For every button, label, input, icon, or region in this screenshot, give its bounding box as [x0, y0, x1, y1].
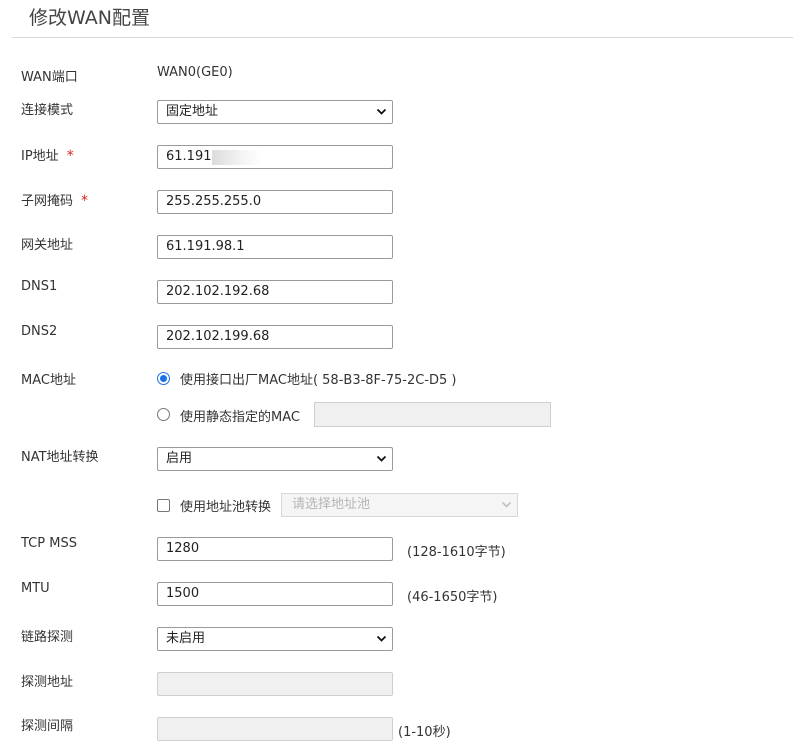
chevron-down-icon: [376, 108, 387, 115]
dns1-label: DNS1: [21, 279, 58, 294]
chevron-down-icon: [501, 501, 512, 508]
title-divider: [12, 37, 793, 38]
dns1-input-value: 202.102.192.68: [166, 284, 270, 299]
gateway-label: 网关地址: [21, 238, 74, 253]
nat-select-value: 启用: [166, 451, 193, 466]
tcp-mss-input-value: 1280: [166, 541, 200, 556]
detect-addr-label: 探测地址: [21, 675, 74, 690]
tcp-mss-hint: (128-1610字节): [407, 545, 506, 560]
nat-select[interactable]: 启用: [157, 447, 393, 471]
mac-static-input[interactable]: [314, 402, 551, 427]
mask-input[interactable]: 255.255.255.0: [157, 190, 393, 214]
mask-label: 子网掩码 *: [21, 190, 88, 209]
mac-static-label[interactable]: 使用静态指定的MAC: [180, 406, 300, 425]
detect-interval-label: 探测间隔: [21, 719, 74, 734]
ip-label-text: IP地址: [21, 149, 59, 164]
required-mark: *: [66, 148, 74, 164]
ip-input[interactable]: 61.191.9: [157, 145, 393, 169]
link-detect-label: 链路探测: [21, 630, 74, 645]
pool-checkbox[interactable]: [157, 499, 170, 512]
mtu-label: MTU: [21, 581, 50, 596]
nat-label: NAT地址转换: [21, 450, 99, 465]
chevron-down-icon: [376, 455, 387, 462]
mask-input-value: 255.255.255.0: [166, 194, 262, 209]
mtu-input[interactable]: 1500: [157, 582, 393, 606]
ip-label: IP地址 *: [21, 145, 74, 164]
mac-factory-radio[interactable]: [157, 372, 170, 385]
link-detect-value: 未启用: [166, 631, 206, 646]
redaction-blur: [212, 150, 262, 165]
connect-mode-select[interactable]: 固定地址: [157, 100, 393, 124]
pool-checkbox-label[interactable]: 使用地址池转换: [180, 496, 271, 515]
detect-interval-input[interactable]: [157, 717, 393, 741]
tcp-mss-label: TCP MSS: [21, 536, 77, 551]
required-mark: *: [81, 193, 89, 209]
pool-select[interactable]: 请选择地址池: [281, 493, 518, 517]
dns2-input[interactable]: 202.102.199.68: [157, 325, 393, 349]
dns2-label: DNS2: [21, 324, 58, 339]
mask-label-text: 子网掩码: [21, 194, 74, 209]
gateway-input[interactable]: 61.191.98.1: [157, 235, 393, 259]
dns2-input-value: 202.102.199.68: [166, 329, 270, 344]
link-detect-select[interactable]: 未启用: [157, 627, 393, 651]
connect-mode-value: 固定地址: [166, 104, 219, 119]
mac-factory-label[interactable]: 使用接口出厂MAC地址( 58-B3-8F-75-2C-D5 ): [180, 369, 456, 388]
pool-select-placeholder: 请选择地址池: [292, 497, 371, 512]
connect-mode-label: 连接模式: [21, 103, 74, 118]
wan-port-label: WAN端口: [21, 70, 78, 85]
wan-port-value: WAN0(GE0): [157, 65, 233, 80]
mac-static-radio[interactable]: [157, 408, 170, 421]
dns1-input[interactable]: 202.102.192.68: [157, 280, 393, 304]
mac-label: MAC地址: [21, 373, 76, 388]
mtu-hint: (46-1650字节): [407, 590, 498, 605]
chevron-down-icon: [376, 635, 387, 642]
tcp-mss-input[interactable]: 1280: [157, 537, 393, 561]
detect-addr-input[interactable]: [157, 672, 393, 696]
mtu-input-value: 1500: [166, 586, 200, 601]
detect-interval-hint: (1-10秒): [398, 725, 451, 740]
gateway-input-value: 61.191.98.1: [166, 239, 245, 254]
page-title: 修改WAN配置: [29, 7, 150, 29]
